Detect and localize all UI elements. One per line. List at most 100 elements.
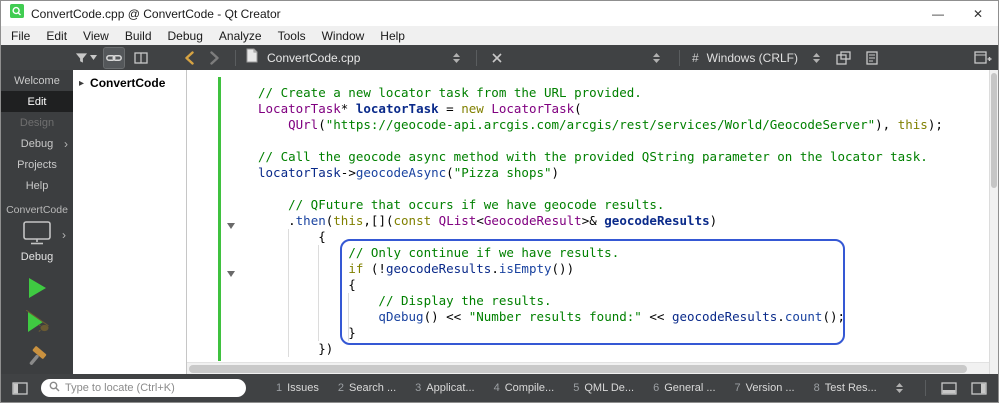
output-pane-3[interactable]: 3 Applicat... (415, 382, 474, 394)
split-panel-button[interactable] (131, 48, 151, 68)
code-line[interactable]: if (!geocodeResults.isEmpty()) (258, 261, 989, 277)
menu-tools[interactable]: Tools (270, 29, 314, 43)
line-column-indicator[interactable]: # (692, 51, 699, 65)
code-line[interactable]: // QFuture that occurs if we have geocod… (258, 197, 989, 213)
pane-number: 3 (415, 382, 422, 394)
line-ending-dropdown-arrows[interactable] (806, 48, 826, 68)
toggle-bottom-pane-button[interactable] (938, 378, 960, 398)
project-root-item[interactable]: ▸ ConvertCode (73, 76, 186, 90)
pane-label: Version ... (745, 382, 795, 394)
mode-welcome[interactable]: Welcome (1, 70, 73, 91)
app-icon (10, 4, 24, 23)
output-pane-5[interactable]: 5 QML De... (573, 382, 634, 394)
run-button[interactable] (26, 276, 48, 300)
output-pane-4[interactable]: 4 Compile... (494, 382, 555, 394)
back-button[interactable] (179, 48, 199, 68)
pane-number: 4 (493, 382, 500, 394)
code-area[interactable]: // Create a new locator task from the UR… (187, 85, 989, 357)
mode-label: Help (25, 179, 49, 192)
output-pane-8[interactable]: 8 Test Res... (814, 382, 877, 394)
menu-view[interactable]: View (75, 29, 117, 43)
main-area: Welcome Edit Design Debug › Projects Help Conv… (1, 70, 998, 374)
separator (678, 49, 680, 66)
kit-selector-button[interactable]: › (1, 220, 73, 250)
document-outline-icon[interactable] (862, 48, 882, 68)
line-ending-selector[interactable]: Windows (CRLF) (707, 51, 798, 65)
output-pane-1[interactable]: 1 Issues (276, 382, 319, 394)
project-tree-panel: ▸ ConvertCode (73, 70, 187, 374)
menu-window[interactable]: Window (314, 29, 373, 43)
menu-build[interactable]: Build (117, 29, 160, 43)
locator-field[interactable] (41, 379, 246, 397)
scroll-arrows-icon[interactable] (647, 48, 667, 68)
editor-toolbar: ConvertCode.cpp (179, 48, 507, 68)
sync-with-editor-button[interactable] (103, 46, 125, 69)
minimize-button[interactable]: — (918, 1, 958, 26)
code-line[interactable] (258, 181, 989, 197)
menu-analyze[interactable]: Analyze (211, 29, 270, 43)
menu-edit[interactable]: Edit (38, 29, 75, 43)
code-line[interactable]: }) (258, 341, 989, 357)
output-pane-list: 1 Issues 2 Search ... 3 Applicat... 4 Compile..… (276, 382, 877, 394)
search-icon (49, 379, 60, 397)
titlebar: ConvertCode.cpp @ ConvertCode - Qt Creat… (1, 1, 998, 26)
window-title: ConvertCode.cpp @ ConvertCode - Qt Creat… (31, 6, 281, 21)
output-pane-6[interactable]: 6 General ... (653, 382, 715, 394)
chevron-right-icon: › (64, 136, 68, 151)
vertical-scrollbar[interactable] (989, 70, 998, 374)
chevron-right-icon: › (62, 228, 66, 242)
code-line[interactable]: { (258, 277, 989, 293)
code-line[interactable]: LocatorTask* locatorTask = new LocatorTa… (258, 101, 989, 117)
close-document-button[interactable] (487, 48, 507, 68)
mode-edit[interactable]: Edit (1, 91, 73, 112)
mode-help[interactable]: Help (1, 175, 73, 196)
horizontal-scrollbar-thumb[interactable] (189, 365, 967, 373)
code-line[interactable]: // Call the geocode async method with th… (258, 149, 989, 165)
code-line[interactable]: locatorTask->geocodeAsync("Pizza shops") (258, 165, 989, 181)
monitor-icon (22, 220, 52, 250)
debug-run-button[interactable] (25, 309, 49, 334)
locator-input[interactable] (65, 382, 238, 394)
pane-label: Search ... (349, 382, 397, 394)
document-dropdown-arrows[interactable] (446, 48, 466, 68)
menubar: File Edit View Build Debug Analyze Tools Window… (1, 26, 998, 45)
code-line[interactable] (258, 133, 989, 149)
horizontal-scrollbar[interactable] (187, 362, 989, 374)
code-line[interactable]: QUrl("https://geocode-api.arcgis.com/arc… (258, 117, 989, 133)
expand-chevron-icon[interactable]: ▸ (79, 78, 84, 89)
output-pane-2[interactable]: 2 Search ... (338, 382, 396, 394)
build-button[interactable] (25, 345, 49, 369)
mode-projects[interactable]: Projects (1, 154, 73, 175)
statusbar-right (921, 378, 990, 398)
separator (235, 49, 236, 66)
split-editor-button[interactable] (973, 48, 993, 68)
output-pane-7[interactable]: 7 Version ... (735, 382, 795, 394)
hammer-icon (25, 346, 49, 373)
pane-label: Issues (287, 382, 319, 394)
code-line[interactable]: qDebug() << "Number results found:" << g… (258, 309, 989, 325)
toggle-right-sidebar-button[interactable] (968, 378, 990, 398)
code-line[interactable]: // Only continue if we have results. (258, 245, 989, 261)
open-document-label[interactable]: ConvertCode.cpp (264, 51, 440, 65)
editor-toolbar-right: # Windows (CRLF) (647, 48, 882, 68)
mode-debug[interactable]: Debug › (1, 133, 73, 154)
menu-file[interactable]: File (3, 29, 38, 43)
menu-debug[interactable]: Debug (160, 29, 211, 43)
filter-button[interactable] (75, 48, 97, 68)
toggle-left-sidebar-button[interactable] (9, 378, 31, 398)
code-line[interactable]: { (258, 229, 989, 245)
window-controls: — ✕ (918, 1, 998, 26)
mode-design: Design (1, 112, 73, 133)
code-line[interactable]: .then(this,[](const QList<GeocodeResult>… (258, 213, 989, 229)
clone-document-icon[interactable] (834, 48, 854, 68)
code-editor[interactable]: // Create a new locator task from the UR… (187, 70, 989, 374)
code-line[interactable]: // Display the results. (258, 293, 989, 309)
code-line[interactable]: } (258, 325, 989, 341)
forward-button[interactable] (205, 48, 225, 68)
output-pane-arrows[interactable] (895, 382, 904, 394)
code-line[interactable]: // Create a new locator task from the UR… (258, 85, 989, 101)
pane-label: Test Res... (824, 382, 877, 394)
vertical-scrollbar-thumb[interactable] (991, 73, 997, 188)
menu-help[interactable]: Help (372, 29, 413, 43)
close-button[interactable]: ✕ (958, 1, 998, 26)
